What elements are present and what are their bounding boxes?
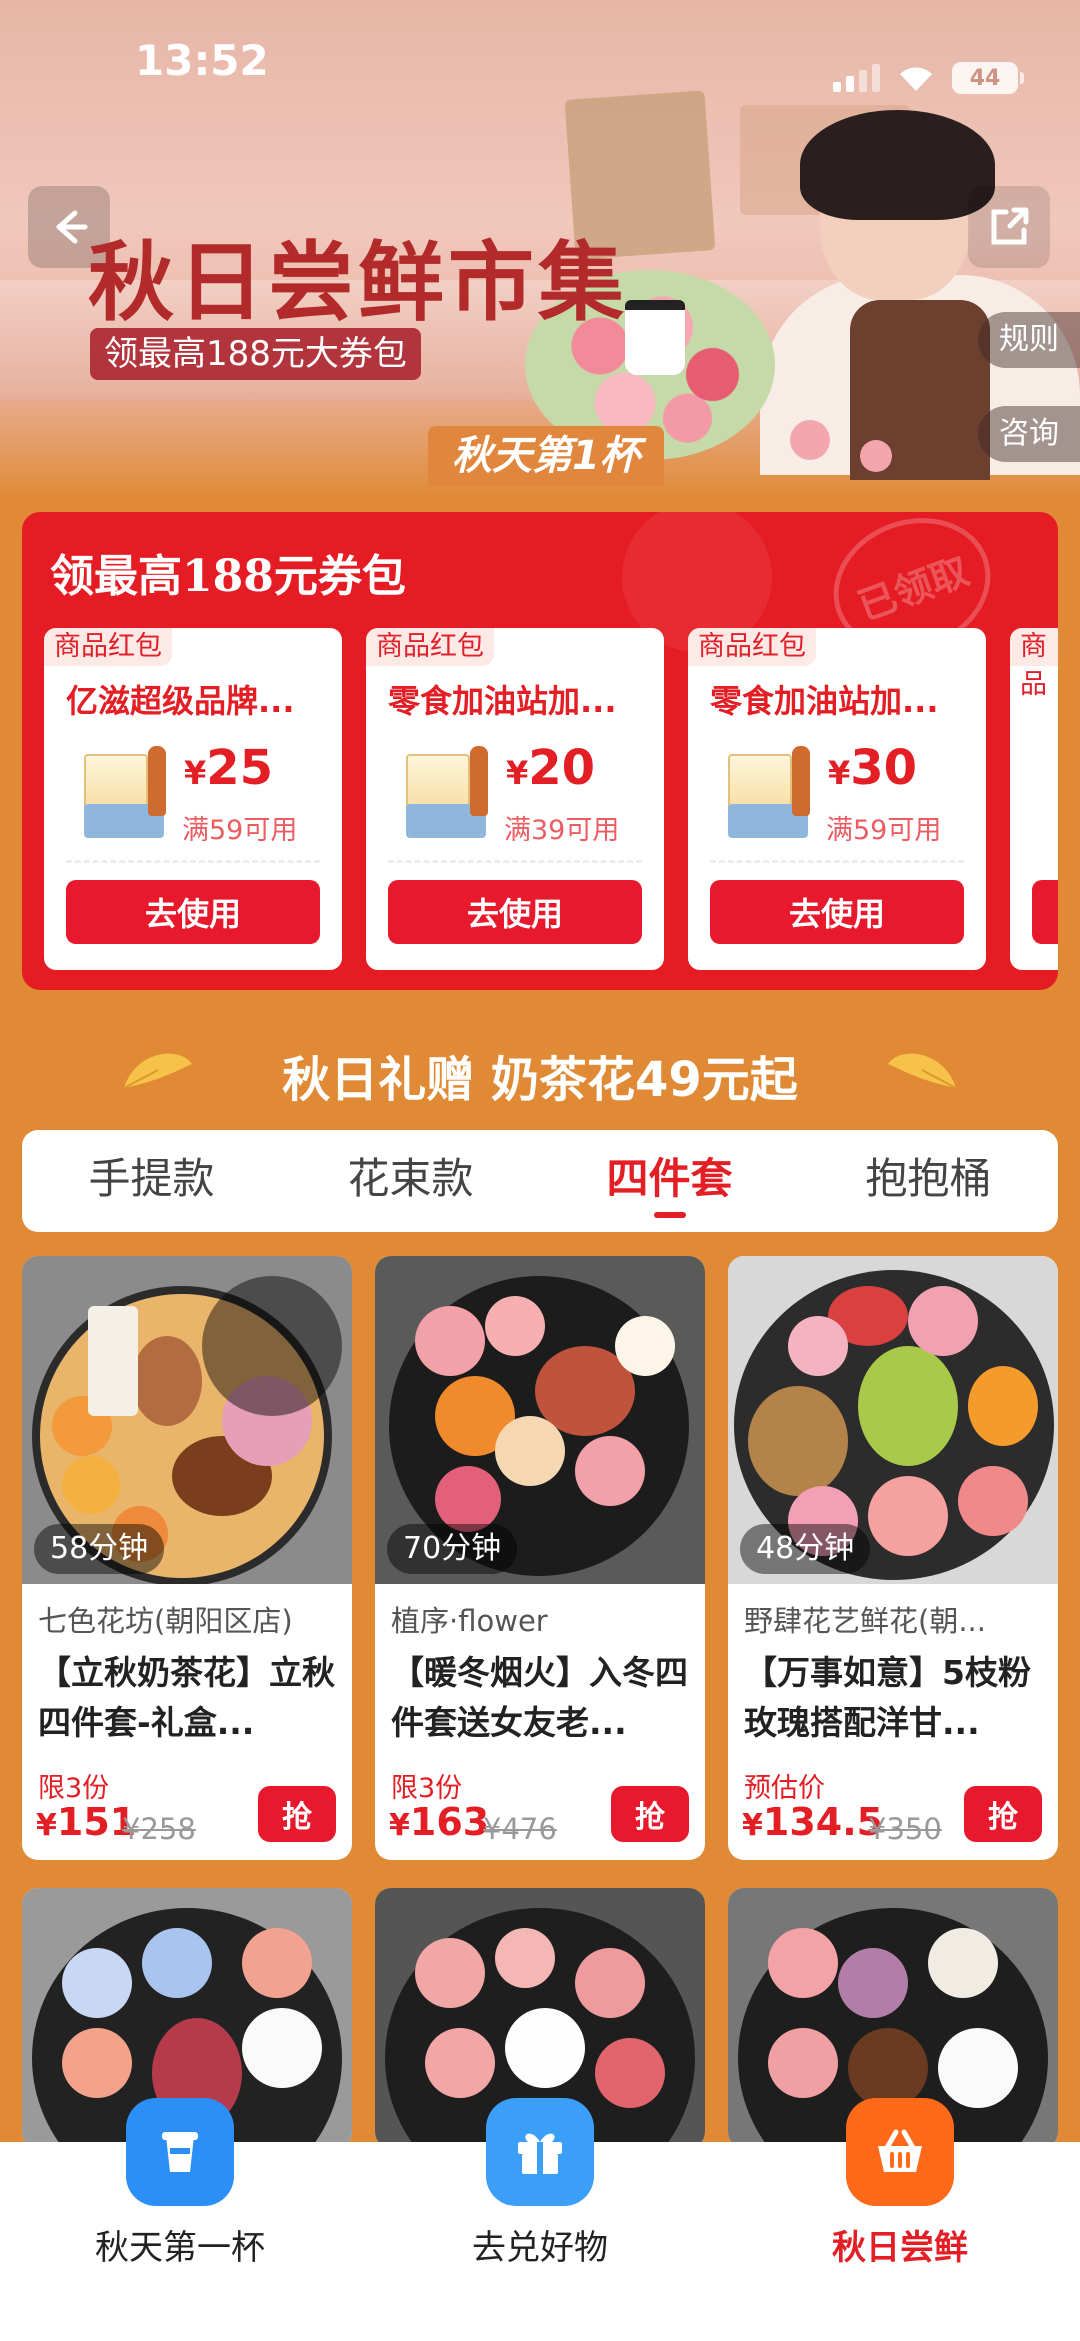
use-coupon-button[interactable]: 去使用 bbox=[66, 880, 320, 944]
divider bbox=[66, 860, 320, 863]
delivery-time-badge: 48分钟 bbox=[740, 1524, 871, 1574]
tab-bouquet[interactable]: 花束款 bbox=[281, 1130, 540, 1232]
product-title: 【立秋奶茶花】立秋四件套-礼盒... bbox=[38, 1653, 335, 1742]
bottom-nav: 秋天第一杯 去兑好物 秋日尝鲜 bbox=[0, 2098, 1080, 2341]
coupon-condition: 满39可用 bbox=[504, 815, 620, 846]
hero-person-hair bbox=[800, 110, 995, 220]
coupon-name: 亿滋超级品牌... bbox=[66, 682, 295, 720]
original-price: ¥476 bbox=[483, 1812, 557, 1846]
status-icons: 44 bbox=[833, 62, 1024, 94]
use-coupon-button[interactable]: 去使用 bbox=[388, 880, 642, 944]
tab-four-piece-set[interactable]: 四件套 bbox=[540, 1130, 799, 1232]
coupon-product-image bbox=[406, 746, 496, 838]
wifi-icon bbox=[896, 63, 936, 93]
tab-handheld[interactable]: 手提款 bbox=[22, 1130, 281, 1232]
divider bbox=[710, 860, 964, 863]
coupon-tag: 商品红包 bbox=[366, 628, 494, 666]
hero-milk-tea-cup bbox=[625, 300, 685, 375]
coupon-name: 零食加油站加... bbox=[388, 682, 617, 720]
grab-button[interactable]: 抢 bbox=[258, 1786, 336, 1842]
divider bbox=[388, 860, 642, 863]
coupon-amount: ¥20 bbox=[506, 740, 596, 796]
hero-rose bbox=[790, 420, 830, 460]
nav-label: 去兑好物 bbox=[472, 2228, 608, 2268]
shop-name: 七色花坊(朝阳区店) bbox=[38, 1604, 293, 1638]
price: ¥134.5 bbox=[742, 1800, 884, 1844]
gift-icon bbox=[486, 2098, 594, 2206]
coupon-panel-title: 领最高188元券包 bbox=[50, 551, 406, 602]
delivery-time-badge: 70分钟 bbox=[387, 1524, 518, 1574]
coupon-card: 商品红包 零食加油站加... ¥30 满59可用 去使用 bbox=[688, 628, 986, 970]
coupon-product-image bbox=[84, 746, 174, 838]
coupon-tag: 商品 bbox=[1010, 628, 1058, 700]
nav-first-cup-of-autumn[interactable]: 秋天第一杯 bbox=[0, 2098, 360, 2341]
share-button[interactable] bbox=[968, 186, 1050, 268]
grab-button[interactable]: 抢 bbox=[611, 1786, 689, 1842]
hero-rose bbox=[860, 440, 892, 472]
original-price: ¥350 bbox=[868, 1812, 942, 1846]
back-arrow-icon bbox=[56, 210, 88, 244]
grab-button[interactable]: 抢 bbox=[964, 1786, 1042, 1842]
nav-redeem-goods[interactable]: 去兑好物 bbox=[360, 2098, 720, 2341]
coupon-amount: ¥25 bbox=[184, 740, 274, 796]
nav-label: 秋日尝鲜 bbox=[832, 2228, 968, 2268]
product-title: 【暖冬烟火】入冬四件套送女友老... bbox=[391, 1653, 688, 1742]
status-time: 13:52 bbox=[135, 36, 269, 85]
delivery-time-badge: 58分钟 bbox=[34, 1524, 165, 1574]
coupon-card: 商品红包 零食加油站加... ¥20 满39可用 去使用 bbox=[366, 628, 664, 970]
coupon-list: 商品红包 亿滋超级品牌... ¥25 满59可用 去使用 商品红包 零食加油站加… bbox=[44, 628, 1058, 970]
section-heading: 秋日礼赠 奶茶花49元起 bbox=[282, 1052, 798, 1108]
use-coupon-button[interactable]: 去使用 bbox=[710, 880, 964, 944]
original-price: ¥258 bbox=[122, 1812, 196, 1846]
signal-icon bbox=[833, 64, 880, 92]
coupon-panel: 已领取 领最高188元券包 商品红包 亿滋超级品牌... ¥25 满59可用 去… bbox=[22, 512, 1058, 990]
shop-name: 野肆花艺鲜花(朝... bbox=[744, 1604, 986, 1638]
coupon-name: 零食加油站加... bbox=[710, 682, 939, 720]
coupon-condition: 满59可用 bbox=[182, 815, 298, 846]
tab-hug-bucket[interactable]: 抱抱桶 bbox=[799, 1130, 1058, 1232]
hero-subtitle: 领最高188元大券包 bbox=[90, 328, 421, 380]
category-tabs: 手提款 花束款 四件套 抱抱桶 bbox=[22, 1130, 1058, 1232]
coupon-condition: 满59可用 bbox=[826, 815, 942, 846]
consult-button[interactable]: 咨询 bbox=[978, 406, 1080, 462]
nav-label: 秋天第一杯 bbox=[95, 2228, 265, 2268]
coupon-product-image bbox=[728, 746, 818, 838]
product-card[interactable]: 70分钟 植序·flower 【暖冬烟火】入冬四件套送女友老... 限3份 ¥1… bbox=[375, 1256, 705, 1860]
product-card[interactable]: 48分钟 野肆花艺鲜花(朝... 【万事如意】5枝粉玫瑰搭配洋甘... 预估价 … bbox=[728, 1256, 1058, 1860]
basket-icon bbox=[846, 2098, 954, 2206]
hero-title: 秋日尝鲜市集 bbox=[88, 232, 628, 333]
product-title: 【万事如意】5枝粉玫瑰搭配洋甘... bbox=[744, 1653, 1031, 1742]
rules-button[interactable]: 规则 bbox=[978, 312, 1080, 368]
battery-icon: 44 bbox=[952, 62, 1024, 94]
cup-icon bbox=[126, 2098, 234, 2206]
coupon-tag: 商品红包 bbox=[688, 628, 816, 666]
use-coupon-button[interactable] bbox=[1032, 880, 1058, 944]
nav-autumn-taste[interactable]: 秋日尝鲜 bbox=[720, 2098, 1080, 2341]
coupon-card: 商品红包 亿滋超级品牌... ¥25 满59可用 去使用 bbox=[44, 628, 342, 970]
product-card[interactable]: 58分钟 七色花坊(朝阳区店) 【立秋奶茶花】立秋四件套-礼盒... 限3份 ¥… bbox=[22, 1256, 352, 1860]
shop-name: 植序·flower bbox=[391, 1604, 548, 1638]
share-icon bbox=[991, 207, 1029, 245]
coupon-card[interactable]: 商品 bbox=[1010, 628, 1058, 970]
price: ¥163 bbox=[389, 1800, 490, 1844]
hero-badge: 秋天第1杯 bbox=[428, 426, 664, 486]
coupon-amount: ¥30 bbox=[828, 740, 918, 796]
coupon-tag: 商品红包 bbox=[44, 628, 172, 666]
